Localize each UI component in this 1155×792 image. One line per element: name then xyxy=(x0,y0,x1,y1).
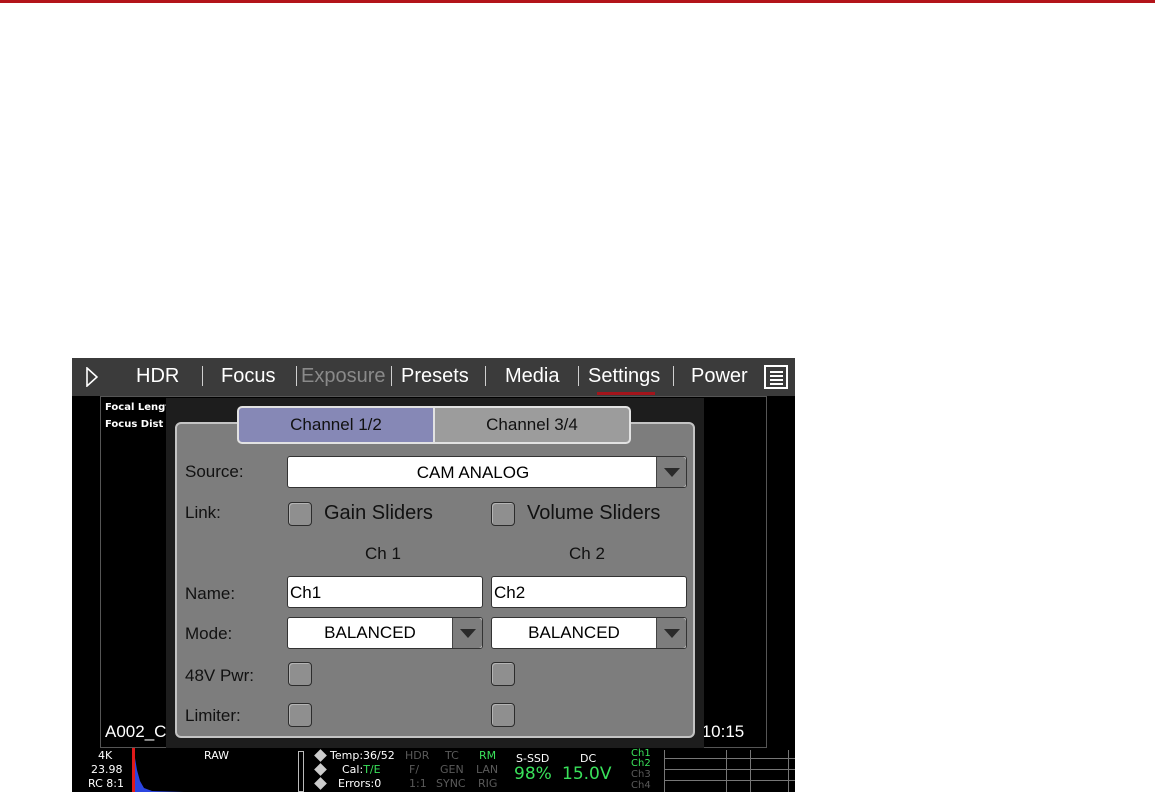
tc-indicator: TC xyxy=(445,749,459,762)
chevron-down-icon[interactable] xyxy=(656,618,686,648)
audio-channel-3: Ch3 xyxy=(631,769,651,780)
audio-channel-4: Ch4 xyxy=(631,780,651,791)
clip-name: A002_C xyxy=(105,722,167,741)
channel-2-mode-value: BALANCED xyxy=(528,623,620,642)
aspect-indicator: 1:1 xyxy=(409,777,427,790)
focus-distance-readout: Focus Dist xyxy=(105,419,164,430)
menu-item-exposure[interactable]: Exposure xyxy=(301,365,386,388)
resolution-readout: 4K xyxy=(98,749,113,762)
channel-2-48v-power-checkbox[interactable] xyxy=(491,662,515,686)
channel-1-48v-power-checkbox[interactable] xyxy=(288,662,312,686)
channel-1-mode-dropdown[interactable]: BALANCED xyxy=(287,617,483,649)
status-bar: 4K 23.98 RC 8:1 RAW Temp:36/52 Cal:T/E E… xyxy=(72,748,795,792)
raw-indicator: RAW xyxy=(204,749,229,762)
audio-channel-2: Ch2 xyxy=(631,758,651,769)
channel-2-header: Ch 2 xyxy=(569,544,605,563)
power-voltage: 15.0V xyxy=(562,764,612,784)
sync-indicator: SYNC xyxy=(436,777,466,790)
camera-ui: HDR Focus Exposure Presets Media Setting… xyxy=(72,358,795,792)
chevron-down-icon[interactable] xyxy=(656,457,686,487)
level-meter xyxy=(298,751,304,792)
menu-item-focus[interactable]: Focus xyxy=(221,365,275,388)
status-dot xyxy=(314,763,327,776)
compression-readout: RC 8:1 xyxy=(88,777,124,790)
menu-list-icon[interactable] xyxy=(764,365,788,389)
audio-meter-grid xyxy=(664,750,795,792)
calibration-label: Cal: xyxy=(342,763,364,776)
tab-channel-1-2[interactable]: Channel 1/2 xyxy=(237,406,435,444)
hdr-indicator: HDR xyxy=(405,749,430,762)
source-label: Source: xyxy=(185,462,244,481)
menu-separator xyxy=(296,366,297,386)
calibration-value: T/E xyxy=(363,763,381,776)
menu-separator xyxy=(485,366,486,386)
temperature-readout: Temp:36/52 xyxy=(330,749,395,762)
errors-readout: Errors:0 xyxy=(338,777,382,790)
source-value: CAM ANALOG xyxy=(416,463,530,482)
48v-power-label: 48V Pwr: xyxy=(185,666,254,685)
rm-indicator: RM xyxy=(479,749,497,762)
menu-item-hdr[interactable]: HDR xyxy=(136,365,179,388)
histogram xyxy=(132,748,184,792)
lan-indicator: LAN xyxy=(476,763,499,776)
play-icon[interactable] xyxy=(86,367,98,387)
menu-item-presets[interactable]: Presets xyxy=(401,365,469,388)
calibration-readout: Cal:T/E xyxy=(342,764,381,775)
source-dropdown[interactable]: CAM ANALOG xyxy=(287,456,687,488)
page: HDR Focus Exposure Presets Media Setting… xyxy=(0,0,1155,792)
channel-2-name-input[interactable]: Ch2 xyxy=(491,576,687,608)
menu-separator xyxy=(391,366,392,386)
channel-2-limiter-checkbox[interactable] xyxy=(491,703,515,727)
active-menu-indicator xyxy=(597,392,655,395)
menu-item-media[interactable]: Media xyxy=(505,365,559,388)
mode-label: Mode: xyxy=(185,624,233,643)
top-menu-bar: HDR Focus Exposure Presets Media Setting… xyxy=(72,358,795,396)
top-red-rule xyxy=(0,0,1155,3)
channel-1-name-value: Ch1 xyxy=(290,583,322,602)
channel-1-name-input[interactable]: Ch1 xyxy=(287,576,483,608)
audio-settings-dialog: Source: CAM ANALOG Link: Gain Sliders Vo… xyxy=(166,398,704,748)
gen-indicator: GEN xyxy=(440,763,464,776)
status-dot xyxy=(314,749,327,762)
f-stop-indicator: F/ xyxy=(409,763,420,776)
frame-rate-readout: 23.98 xyxy=(91,763,123,776)
chevron-down-icon[interactable] xyxy=(452,618,482,648)
channel-2-name-value: Ch2 xyxy=(494,583,526,602)
menu-separator xyxy=(202,366,203,386)
menu-item-power[interactable]: Power xyxy=(691,365,748,388)
tab-channel-3-4[interactable]: Channel 3/4 xyxy=(433,406,631,444)
menu-item-settings[interactable]: Settings xyxy=(588,365,660,388)
channel-1-limiter-checkbox[interactable] xyxy=(288,703,312,727)
limiter-label: Limiter: xyxy=(185,706,241,725)
channel-1-mode-value: BALANCED xyxy=(324,623,416,642)
audio-settings-panel: Source: CAM ANALOG Link: Gain Sliders Vo… xyxy=(175,422,695,738)
gain-sliders-checkbox[interactable] xyxy=(288,502,312,526)
gain-sliders-label: Gain Sliders xyxy=(324,502,433,524)
channel-2-mode-dropdown[interactable]: BALANCED xyxy=(491,617,687,649)
menu-separator xyxy=(578,366,579,386)
volume-sliders-checkbox[interactable] xyxy=(491,502,515,526)
timecode-readout: :10:15 xyxy=(697,722,745,741)
volume-sliders-label: Volume Sliders xyxy=(527,502,661,524)
media-remaining: 98% xyxy=(514,764,552,784)
name-label: Name: xyxy=(185,584,236,603)
rig-indicator: RIG xyxy=(478,777,498,790)
power-source-label: DC xyxy=(580,752,597,765)
media-label: S-SSD xyxy=(516,752,550,765)
link-label: Link: xyxy=(185,503,221,522)
menu-separator xyxy=(673,366,674,386)
channel-1-header: Ch 1 xyxy=(365,544,401,563)
status-dot xyxy=(314,777,327,790)
